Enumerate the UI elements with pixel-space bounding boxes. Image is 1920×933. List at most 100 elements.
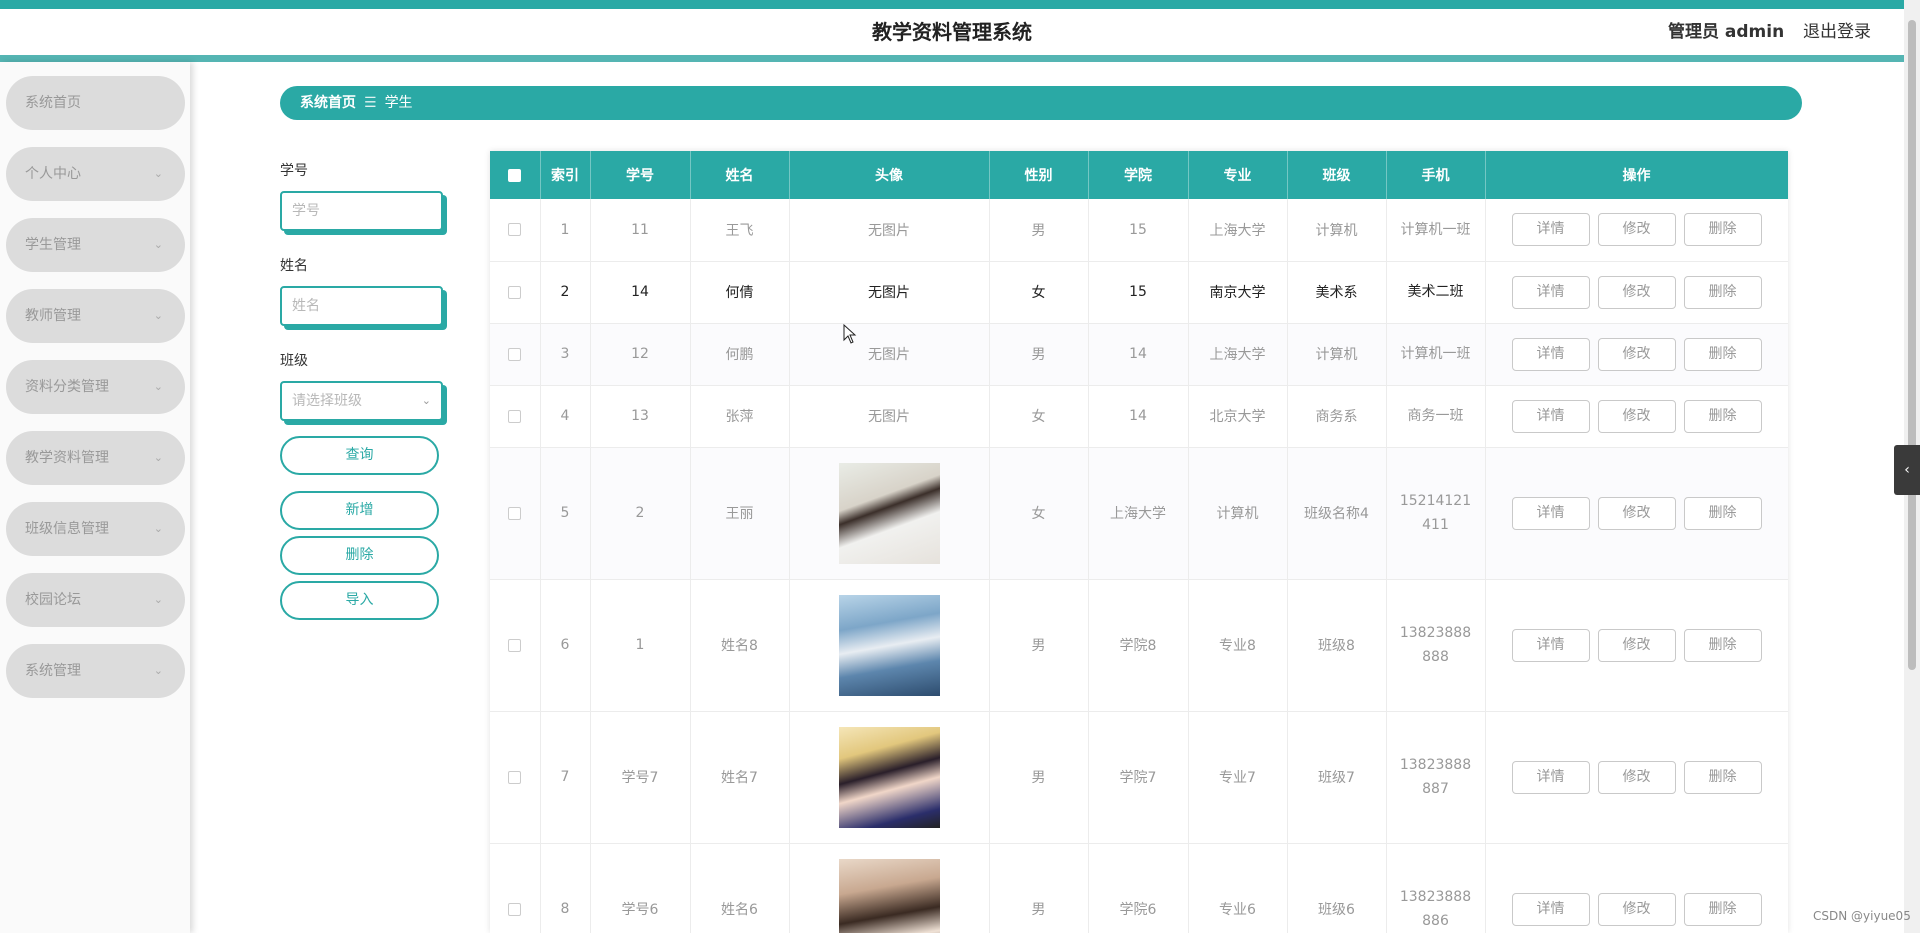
sidebar-item-teacher-management[interactable]: 教师管理 ⌄: [6, 289, 185, 343]
class-cell: 计算机: [1287, 323, 1387, 386]
query-button[interactable]: 查询: [280, 436, 439, 475]
avatar-cell: 无图片: [789, 385, 990, 448]
sidebar-item-material-category[interactable]: 资料分类管理 ⌄: [6, 360, 185, 414]
row-select-cell: [490, 323, 541, 386]
row-checkbox[interactable]: [508, 638, 522, 652]
actions-cell: 详情 修改 删除: [1485, 843, 1788, 933]
avatar-cell: [789, 447, 990, 580]
sidebar-item-class-info[interactable]: 班级信息管理 ⌄: [6, 502, 185, 556]
sidebar-item-home[interactable]: 系统首页: [6, 76, 185, 130]
edit-button[interactable]: 修改: [1597, 628, 1676, 662]
index-cell: 3: [540, 323, 591, 386]
row-select-cell: [490, 199, 541, 262]
add-button[interactable]: 新增: [280, 491, 439, 530]
select-all-checkbox[interactable]: [508, 168, 522, 182]
sidebar-item-student-management[interactable]: 学生管理 ⌄: [6, 218, 185, 272]
edit-button[interactable]: 修改: [1597, 275, 1676, 309]
index-cell: 7: [540, 711, 591, 844]
class-cell: 班级6: [1287, 843, 1387, 933]
actions-cell: 详情 修改 删除: [1485, 579, 1788, 712]
edit-button[interactable]: 修改: [1597, 760, 1676, 794]
name-cell: 何鹏: [690, 323, 790, 386]
detail-button[interactable]: 详情: [1511, 760, 1590, 794]
edit-button[interactable]: 修改: [1597, 213, 1676, 247]
row-checkbox[interactable]: [508, 506, 522, 520]
no-image-text: 无图片: [868, 347, 910, 363]
breadcrumb-home-link[interactable]: 系统首页: [300, 95, 356, 111]
detail-button[interactable]: 详情: [1511, 892, 1590, 926]
row-checkbox[interactable]: [508, 409, 522, 423]
major-cell: 专业6: [1188, 843, 1288, 933]
student-no-input[interactable]: [280, 191, 443, 231]
delete-button[interactable]: 删除: [1683, 399, 1762, 433]
page-scrollbar-thumb[interactable]: [1908, 20, 1916, 670]
column-header: 操作: [1485, 151, 1788, 199]
menu-icon: ☰: [364, 95, 377, 111]
row-select-cell: [490, 843, 541, 933]
delete-button[interactable]: 删除: [1683, 213, 1762, 247]
phone-cell: 13823888886: [1386, 843, 1486, 933]
name-label: 姓名: [280, 258, 308, 274]
chevron-down-icon: ⌄: [153, 238, 163, 251]
row-checkbox[interactable]: [508, 902, 522, 916]
row-checkbox[interactable]: [508, 285, 522, 299]
delete-button[interactable]: 删除: [1683, 275, 1762, 309]
gender-cell: 女: [989, 261, 1089, 324]
detail-button[interactable]: 详情: [1511, 213, 1590, 247]
column-header: 学院: [1088, 151, 1189, 199]
batch-delete-button[interactable]: 删除: [280, 536, 439, 575]
table-header-row: 索引 学号 姓名 头像 性别 学院 专业 班级 手机 操作: [490, 151, 1788, 199]
table-row: 1 11 王飞 无图片男 15 上海大学 计算机 计算机一班 详情 修改 删除: [490, 199, 1788, 262]
table-row: 2 14 何倩 无图片 女 15 南京大学 美术系 美术二班 详情 修改 删除: [490, 261, 1788, 324]
row-select-cell: [490, 711, 541, 844]
row-checkbox[interactable]: [508, 347, 522, 361]
sidebar-item-system-management[interactable]: 系统管理 ⌄: [6, 644, 185, 698]
actions-cell: 详情 修改 删除: [1485, 199, 1788, 262]
collapse-panel-button[interactable]: ‹: [1894, 445, 1920, 495]
class-select[interactable]: 请选择班级 ⌄: [280, 381, 443, 421]
delete-button[interactable]: 删除: [1683, 496, 1762, 530]
detail-button[interactable]: 详情: [1511, 337, 1590, 371]
chevron-down-icon: ⌄: [153, 593, 163, 606]
detail-button[interactable]: 详情: [1511, 399, 1590, 433]
row-checkbox[interactable]: [508, 223, 522, 237]
college-cell: 上海大学: [1088, 447, 1189, 580]
student-avatar-image: [838, 858, 940, 933]
name-input[interactable]: [280, 286, 443, 326]
gender-cell: 男: [989, 711, 1089, 844]
breadcrumb-current: 学生: [384, 95, 413, 111]
major-cell: 专业8: [1188, 579, 1288, 712]
sidebar-item-label: 个人中心: [25, 166, 81, 182]
sidebar-item-label: 教师管理: [25, 308, 81, 324]
name-cell: 王飞: [690, 199, 790, 262]
edit-button[interactable]: 修改: [1597, 496, 1676, 530]
sidebar-item-campus-forum[interactable]: 校园论坛 ⌄: [6, 573, 185, 627]
logout-link[interactable]: 退出登录: [1803, 20, 1871, 44]
delete-button[interactable]: 删除: [1683, 337, 1762, 371]
delete-button[interactable]: 删除: [1683, 760, 1762, 794]
table-row: 7 学号7 姓名7 男学院7 专业7 班级7 13823888887 详情 修改 删除: [490, 711, 1788, 844]
chevron-down-icon: ⌄: [153, 380, 163, 393]
edit-button[interactable]: 修改: [1597, 399, 1676, 433]
index-cell: 4: [540, 385, 591, 448]
class-cell: 美术系: [1287, 261, 1387, 324]
no-image-text: 无图片: [868, 409, 910, 425]
delete-button[interactable]: 删除: [1683, 628, 1762, 662]
column-header: 姓名: [690, 151, 790, 199]
chevron-down-icon: ⌄: [421, 394, 431, 407]
sidebar-item-personal-center[interactable]: 个人中心 ⌄: [6, 147, 185, 201]
table-row: 4 13 张萍 无图片 女 14 北京大学 商务系 商务一班 详情 修改 删除: [490, 385, 1788, 448]
detail-button[interactable]: 详情: [1511, 496, 1590, 530]
detail-button[interactable]: 详情: [1511, 275, 1590, 309]
edit-button[interactable]: 修改: [1597, 337, 1676, 371]
import-button[interactable]: 导入: [280, 581, 439, 620]
major-cell: 南京大学: [1188, 261, 1288, 324]
edit-button[interactable]: 修改: [1597, 892, 1676, 926]
row-checkbox[interactable]: [508, 770, 522, 784]
delete-button[interactable]: 删除: [1683, 892, 1762, 926]
phone-cell: 计算机一班: [1386, 323, 1486, 386]
row-select-cell: [490, 447, 541, 580]
class-cell: 班级7: [1287, 711, 1387, 844]
detail-button[interactable]: 详情: [1511, 628, 1590, 662]
sidebar-item-teaching-materials[interactable]: 教学资料管理 ⌄: [6, 431, 185, 485]
